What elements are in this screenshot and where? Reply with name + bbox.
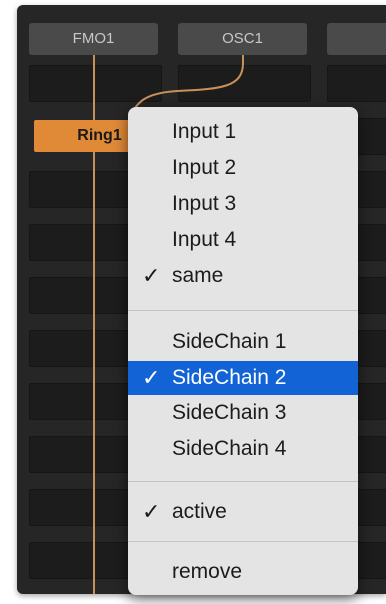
menu-item-label: SideChain 2 (172, 366, 287, 389)
menu-separator (128, 541, 358, 542)
menu-item-sidechain-4[interactable]: SideChain 4 (128, 432, 358, 466)
menu-item-active[interactable]: ✓ active (128, 495, 358, 529)
menu-separator (128, 310, 358, 311)
menu-item-label: Input 1 (172, 120, 237, 143)
menu-item-input-4[interactable]: Input 4 (128, 223, 358, 257)
menu-item-sidechain-2[interactable]: ✓ SideChain 2 (128, 361, 358, 395)
context-menu: Input 1 Input 2 Input 3 Input 4 ✓ same SideCha… (128, 107, 358, 595)
menu-item-input-5[interactable]: ✓ same (128, 259, 358, 293)
menu-item-input-2[interactable]: Input 2 (128, 151, 358, 185)
menu-item-label: Input 4 (172, 228, 237, 251)
menu-item-label: SideChain 1 (172, 330, 287, 353)
menu-item-label: Input 3 (172, 192, 237, 215)
checkmark-icon: ✓ (142, 499, 161, 524)
menu-item-label: Input 2 (172, 156, 237, 179)
menu-item-label: SideChain 3 (172, 401, 287, 424)
menu-item-label: same (172, 264, 224, 287)
checkmark-icon: ✓ (142, 365, 161, 390)
menu-item-label: remove (172, 560, 243, 583)
menu-item-sidechain-1[interactable]: SideChain 1 (128, 325, 358, 359)
menu-item-sidechain-3[interactable]: SideChain 3 (128, 396, 358, 430)
menu-item-remove[interactable]: remove (128, 555, 358, 589)
checkmark-icon: ✓ (142, 263, 161, 288)
menu-item-input-3[interactable]: Input 3 (128, 187, 358, 221)
menu-item-label: SideChain 4 (172, 437, 287, 460)
menu-item-label: active (172, 500, 227, 523)
menu-separator (128, 481, 358, 482)
menu-item-input-1[interactable]: Input 1 (128, 115, 358, 149)
